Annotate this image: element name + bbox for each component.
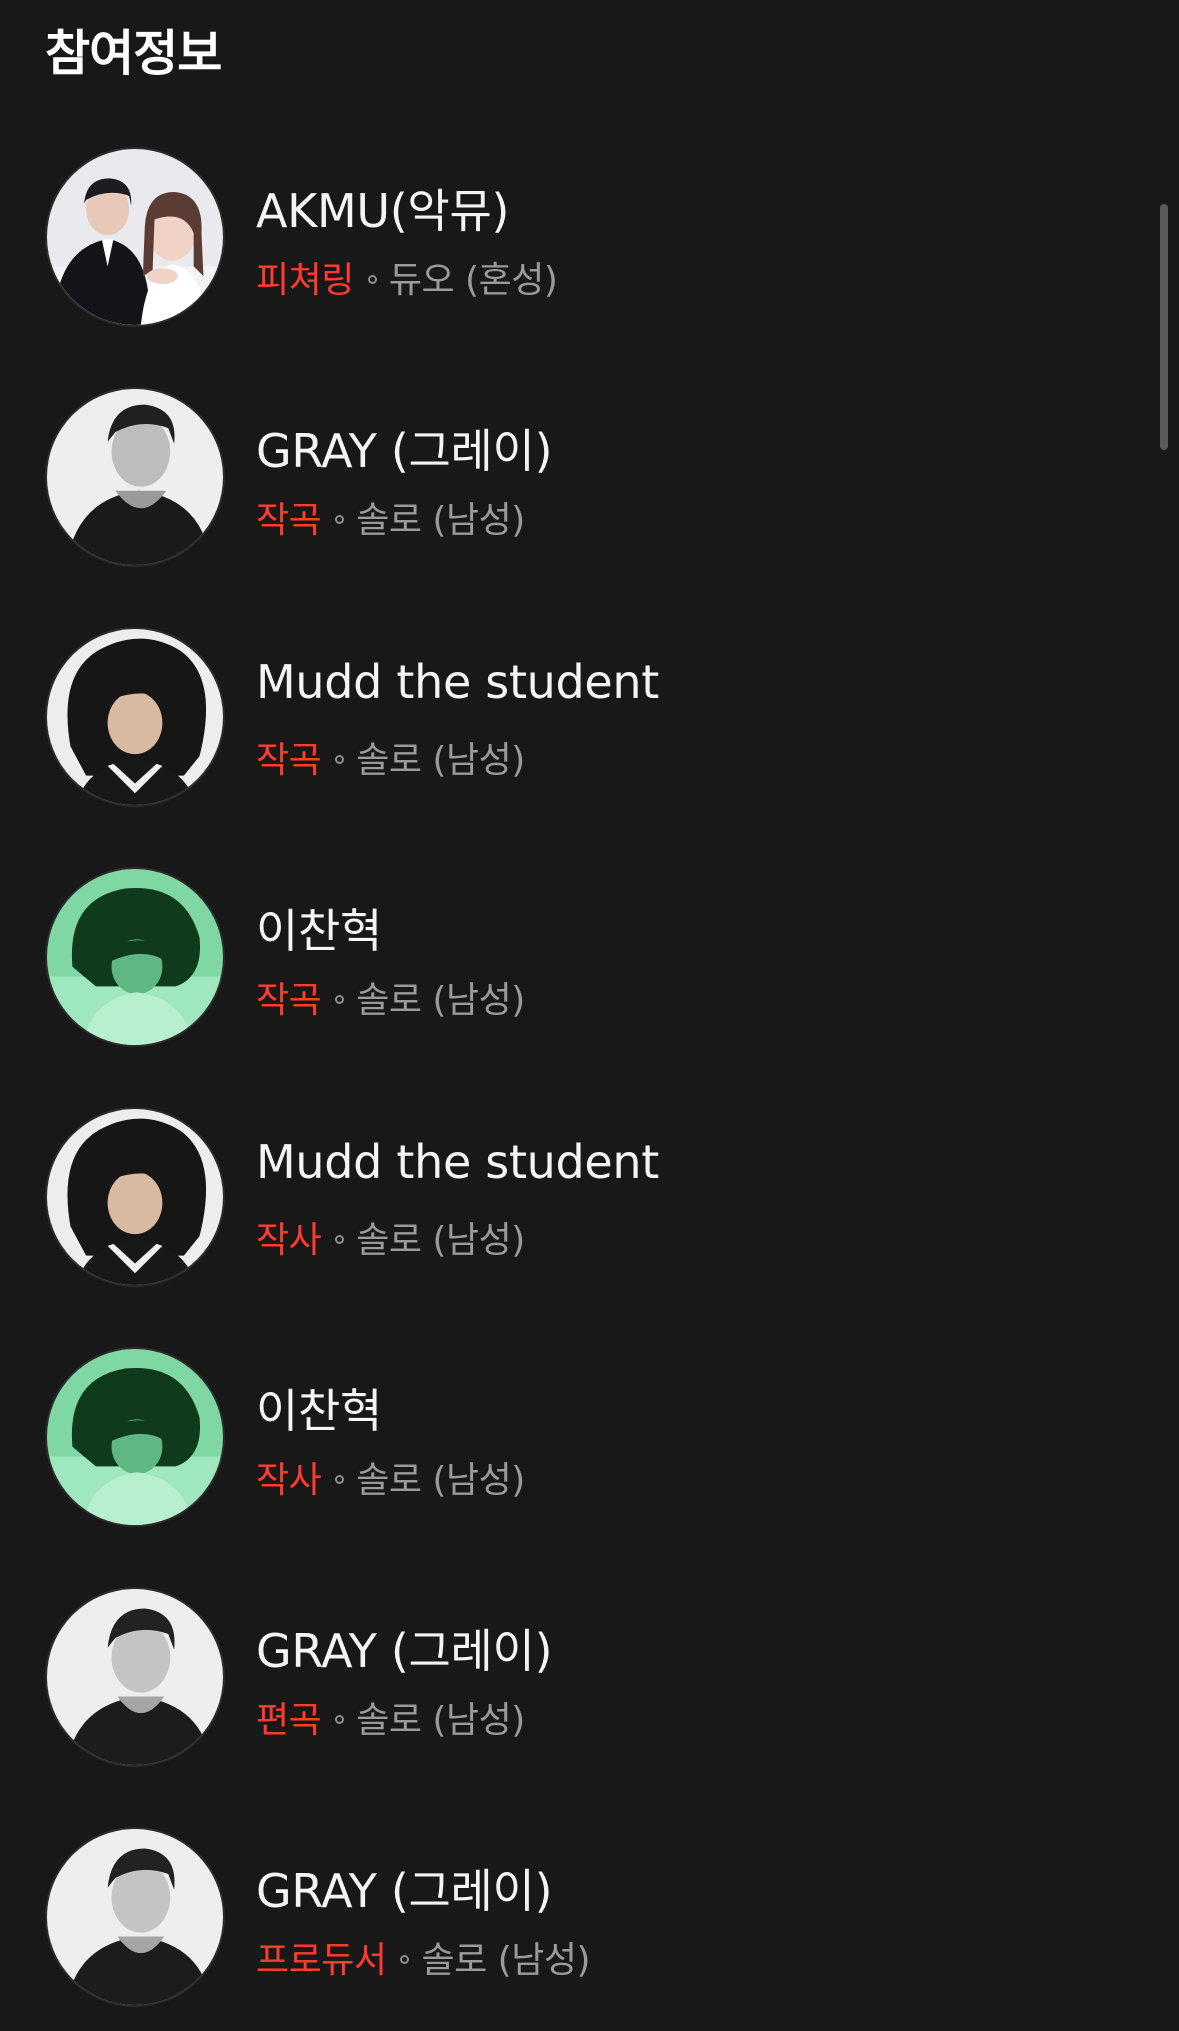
- artist-avatar: [45, 1827, 225, 2007]
- credit-meta: 편곡 솔로 (남성): [256, 1691, 525, 1743]
- artist-avatar: [45, 1107, 225, 1287]
- artist-name: GRAY (그레이): [256, 1624, 553, 1678]
- artist-avatar: [45, 1587, 225, 1767]
- gray-portrait-photo: [47, 1829, 223, 2005]
- credit-meta: 작곡 솔로 (남성): [256, 731, 525, 783]
- credit-row[interactable]: GRAY (그레이) 프로듀서 솔로 (남성): [0, 1827, 1130, 2027]
- credit-row[interactable]: AKMU(악뮤) 피쳐링 듀오 (혼성): [0, 147, 1130, 347]
- artist-name: Mudd the student: [256, 1135, 660, 1189]
- credit-role: 작곡: [256, 980, 322, 1021]
- artist-avatar: [45, 1347, 225, 1527]
- artist-name: Mudd the student: [256, 655, 660, 709]
- artist-type: 솔로 (남성): [356, 740, 525, 781]
- artist-type: 솔로 (남성): [356, 980, 525, 1021]
- separator-dot-icon: [335, 754, 345, 764]
- akmu-duo-photo: [47, 149, 223, 325]
- credit-role: 편곡: [256, 1700, 322, 1741]
- credit-row[interactable]: 이찬혁 작곡 솔로 (남성): [0, 867, 1130, 1067]
- artist-avatar: [45, 627, 225, 807]
- credit-meta: 작사 솔로 (남성): [256, 1451, 525, 1503]
- credit-row[interactable]: GRAY (그레이) 작곡 솔로 (남성): [0, 387, 1130, 587]
- artist-avatar: [45, 867, 225, 1047]
- artist-type: 솔로 (남성): [356, 1460, 525, 1501]
- mudd-portrait-photo: [47, 629, 223, 805]
- separator-dot-icon: [335, 1714, 345, 1724]
- separator-dot-icon: [400, 1954, 410, 1964]
- credit-meta: 프로듀서 솔로 (남성): [256, 1931, 590, 1983]
- artist-name: 이찬혁: [256, 1384, 383, 1438]
- chanhyuk-portrait-photo: [47, 869, 223, 1045]
- artist-name: 이찬혁: [256, 904, 383, 958]
- scrollbar-thumb[interactable]: [1160, 204, 1168, 450]
- credit-role: 작사: [256, 1460, 322, 1501]
- chanhyuk-portrait-photo: [47, 1349, 223, 1525]
- separator-dot-icon: [335, 1474, 345, 1484]
- separator-dot-icon: [335, 514, 345, 524]
- credit-row[interactable]: Mudd the student 작곡 솔로 (남성): [0, 627, 1130, 827]
- credit-row[interactable]: 이찬혁 작사 솔로 (남성): [0, 1347, 1130, 1547]
- section-title: 참여정보: [45, 25, 222, 82]
- gray-portrait-photo: [47, 1589, 223, 1765]
- credit-role: 작곡: [256, 740, 322, 781]
- artist-name: AKMU(악뮤): [256, 184, 510, 238]
- separator-dot-icon: [335, 994, 345, 1004]
- credit-row[interactable]: GRAY (그레이) 편곡 솔로 (남성): [0, 1587, 1130, 1787]
- artist-avatar: [45, 387, 225, 567]
- credits-page: 참여정보 AKMU(악뮤) 피쳐링 듀오 (혼성) GRAY (그레이) 작곡 …: [0, 0, 1179, 2031]
- artist-type: 솔로 (남성): [356, 1220, 525, 1261]
- credit-role: 작곡: [256, 500, 322, 541]
- credit-meta: 작곡 솔로 (남성): [256, 971, 525, 1023]
- gray-portrait-photo: [47, 389, 223, 565]
- artist-name: GRAY (그레이): [256, 1864, 553, 1918]
- artist-name: GRAY (그레이): [256, 424, 553, 478]
- credit-meta: 작사 솔로 (남성): [256, 1211, 525, 1263]
- artist-type: 솔로 (남성): [421, 1940, 590, 1981]
- credit-row[interactable]: Mudd the student 작사 솔로 (남성): [0, 1107, 1130, 1307]
- artist-type: 솔로 (남성): [356, 500, 525, 541]
- artist-type: 듀오 (혼성): [388, 260, 558, 301]
- separator-dot-icon: [367, 274, 377, 284]
- separator-dot-icon: [335, 1234, 345, 1244]
- credit-meta: 피쳐링 듀오 (혼성): [256, 251, 558, 303]
- credit-role: 작사: [256, 1220, 322, 1261]
- credit-meta: 작곡 솔로 (남성): [256, 491, 525, 543]
- credit-role: 피쳐링: [256, 260, 354, 301]
- artist-type: 솔로 (남성): [356, 1700, 525, 1741]
- mudd-portrait-photo: [47, 1109, 223, 1285]
- artist-avatar: [45, 147, 225, 327]
- credit-role: 프로듀서: [256, 1940, 387, 1981]
